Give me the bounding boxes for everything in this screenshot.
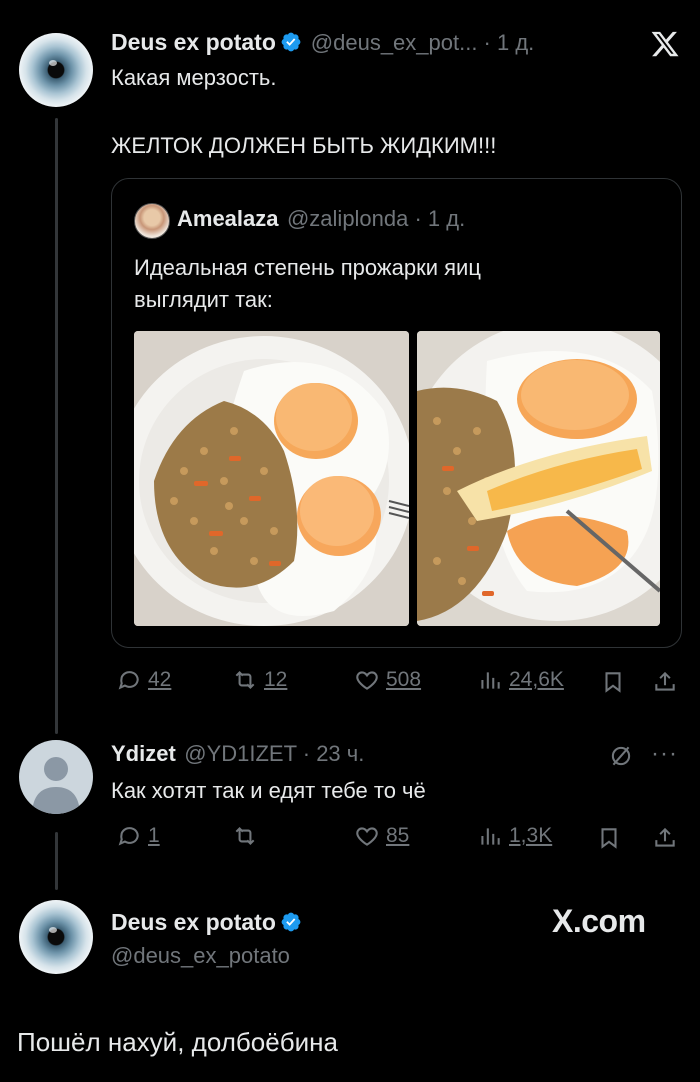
card-handle: @deus_ex_potato bbox=[111, 943, 290, 968]
reply-views-count: 1,3K bbox=[509, 824, 553, 847]
author-name[interactable]: Deus ex potato bbox=[111, 29, 276, 55]
quote-header: Amealaza @zaliplonda · 1 д. bbox=[177, 206, 465, 232]
reply-icon bbox=[118, 827, 139, 846]
fried-eggs-image bbox=[134, 331, 409, 626]
reply-button[interactable]: 42 bbox=[116, 667, 171, 693]
reply-header: Ydizet @YD1IZET · 23 ч. bbox=[111, 741, 364, 767]
thread-line-top bbox=[55, 118, 58, 734]
heart-icon bbox=[356, 827, 378, 846]
views-button[interactable]: 24,6K bbox=[477, 667, 564, 693]
tweet-text-line2: ЖЕЛТОК ДОЛЖЕН БЫТЬ ЖИДКИМ!!! bbox=[111, 133, 497, 158]
reply-handle-time: @YD1IZET · 23 ч. bbox=[184, 741, 365, 766]
quote-text-line1: Идеальная степень прожарки яиц bbox=[134, 255, 481, 280]
retweet-icon bbox=[235, 670, 255, 690]
reply-text: Как хотят так и едят тебе то чё bbox=[111, 778, 426, 803]
tweet-text-line1: Какая мерзость. bbox=[111, 65, 277, 90]
reply-views-button[interactable]: 1,3K bbox=[477, 823, 552, 849]
default-avatar-icon bbox=[32, 757, 80, 814]
more-options-icon[interactable]: ··· bbox=[651, 740, 678, 768]
card-author-name[interactable]: Deus ex potato bbox=[111, 909, 276, 935]
bookmark-icon[interactable] bbox=[596, 825, 622, 851]
author-handle-time: @deus_ex_pot... · 1 д. bbox=[310, 30, 535, 55]
bookmark-icon[interactable] bbox=[600, 669, 626, 695]
x-logo-icon[interactable] bbox=[650, 29, 680, 59]
quote-handle-time: @zaliplonda · 1 д. bbox=[286, 206, 466, 231]
retweet-count: 12 bbox=[264, 668, 288, 691]
caption-text: Пошёл нахуй, долбоёбина bbox=[17, 1027, 338, 1057]
reply-reply-button[interactable]: 1 bbox=[116, 823, 160, 849]
reply-author-name[interactable]: Ydizet bbox=[111, 741, 176, 766]
verified-badge-icon bbox=[281, 912, 301, 932]
share-icon[interactable] bbox=[652, 669, 678, 695]
thread-line-mid bbox=[55, 832, 58, 890]
views-icon bbox=[481, 672, 500, 689]
retweet-icon bbox=[235, 826, 255, 846]
reply-avatar[interactable] bbox=[19, 740, 93, 814]
card-name-row: Deus ex potato bbox=[111, 909, 302, 936]
reply-retweet-button[interactable] bbox=[232, 823, 258, 849]
tweet-header: Deus ex potato @deus_ex_pot... · 1 д. bbox=[111, 29, 534, 56]
quote-avatar[interactable] bbox=[134, 203, 170, 239]
grok-icon[interactable] bbox=[608, 743, 634, 769]
quote-photo-2[interactable] bbox=[417, 331, 660, 626]
reply-reply-count: 1 bbox=[148, 824, 160, 847]
quote-text-line2: выглядит так: bbox=[134, 287, 273, 312]
reply-like-button[interactable]: 85 bbox=[354, 823, 409, 849]
like-button[interactable]: 508 bbox=[354, 667, 421, 693]
card-avatar[interactable] bbox=[19, 900, 93, 974]
avatar[interactable] bbox=[19, 33, 93, 107]
quote-photo-1[interactable] bbox=[134, 331, 409, 626]
share-icon[interactable] bbox=[652, 825, 678, 851]
like-count: 508 bbox=[386, 668, 422, 691]
heart-icon bbox=[356, 671, 378, 690]
reply-like-count: 85 bbox=[386, 824, 410, 847]
views-icon bbox=[481, 828, 500, 845]
reply-count: 42 bbox=[148, 668, 172, 691]
retweet-button[interactable]: 12 bbox=[232, 667, 287, 693]
verified-badge-icon bbox=[281, 32, 301, 52]
views-count: 24,6K bbox=[509, 668, 564, 691]
quote-author-name[interactable]: Amealaza bbox=[177, 206, 279, 231]
egg-on-fork-image bbox=[417, 331, 660, 626]
reply-icon bbox=[118, 671, 139, 690]
x-com-brand[interactable]: X.com bbox=[552, 903, 646, 940]
